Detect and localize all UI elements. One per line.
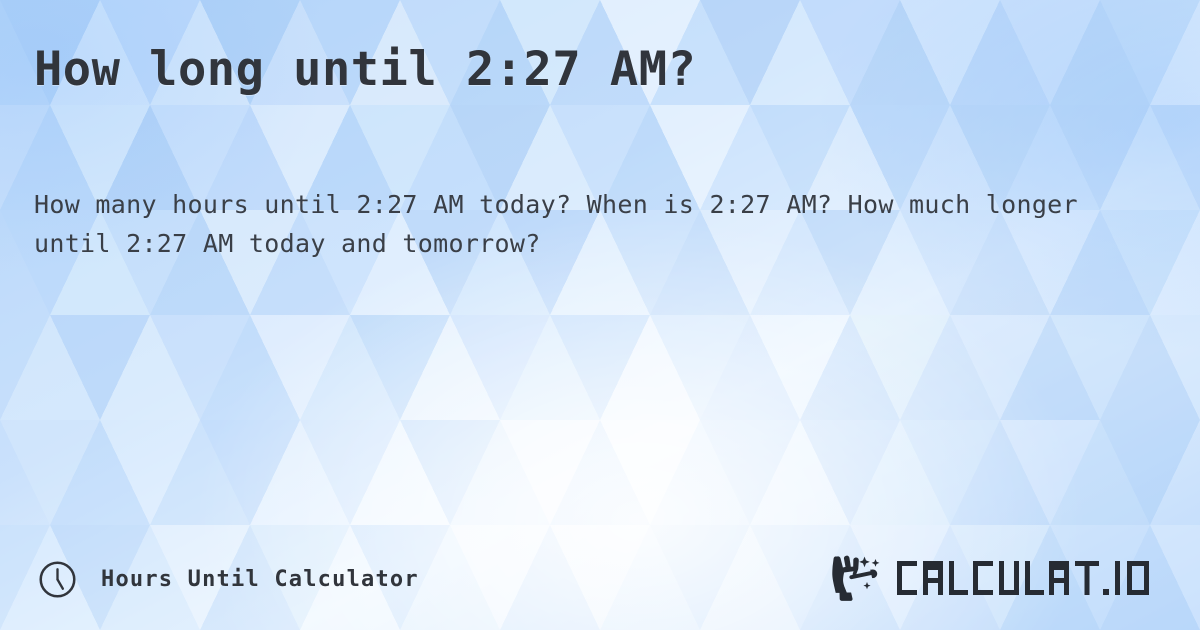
calculatio-logo-wordmark: CALCULAT.IO (897, 561, 1149, 595)
footer-brand-left[interactable]: Hours Until Calculator (38, 560, 419, 599)
magic-wand-hand-icon (832, 555, 880, 601)
card-footer: Hours Until Calculator (0, 530, 1200, 630)
og-preview-card: How long until 2:27 AM? How many hours u… (0, 0, 1200, 630)
footer-brand-left-label: Hours Until Calculator (101, 567, 419, 592)
footer-brand-right[interactable]: CALCULAT.IO (831, 554, 1175, 602)
page-title: How long until 2:27 AM? (34, 42, 697, 97)
card-content: How long until 2:27 AM? How many hours u… (0, 0, 1200, 630)
page-description: How many hours until 2:27 AM today? When… (34, 190, 1078, 258)
clock-icon (39, 561, 76, 598)
